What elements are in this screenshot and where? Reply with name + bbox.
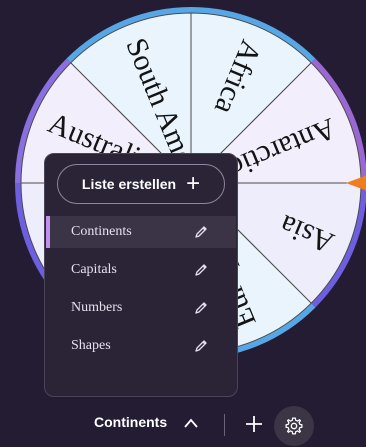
current-list-button[interactable]: Continents xyxy=(94,414,167,430)
gear-icon xyxy=(285,417,303,435)
list-item-label: Numbers xyxy=(71,300,123,315)
pencil-icon[interactable] xyxy=(194,339,208,353)
pencil-icon[interactable] xyxy=(194,263,208,277)
list-item-continents[interactable]: Continents xyxy=(46,216,236,248)
chevron-up-icon[interactable] xyxy=(183,417,199,429)
pencil-icon[interactable] xyxy=(194,301,208,315)
plus-icon: + xyxy=(186,170,201,197)
list-item-label: Shapes xyxy=(71,338,111,353)
create-list-button[interactable]: Liste erstellen + xyxy=(57,164,225,204)
create-list-label: Liste erstellen xyxy=(81,176,177,192)
pencil-icon[interactable] xyxy=(194,225,208,239)
list-menu: Liste erstellen + Continents Capitals Nu… xyxy=(44,153,238,397)
bottom-toolbar: Continents xyxy=(0,400,366,447)
list-item-capitals[interactable]: Capitals xyxy=(46,254,236,286)
list-item-numbers[interactable]: Numbers xyxy=(46,292,236,324)
plus-icon[interactable] xyxy=(244,414,264,434)
list-item-label: Continents xyxy=(71,224,132,239)
toolbar-divider xyxy=(224,414,225,436)
settings-button[interactable] xyxy=(274,406,314,446)
list-item-label: Capitals xyxy=(71,262,117,277)
list-item-shapes[interactable]: Shapes xyxy=(46,330,236,362)
